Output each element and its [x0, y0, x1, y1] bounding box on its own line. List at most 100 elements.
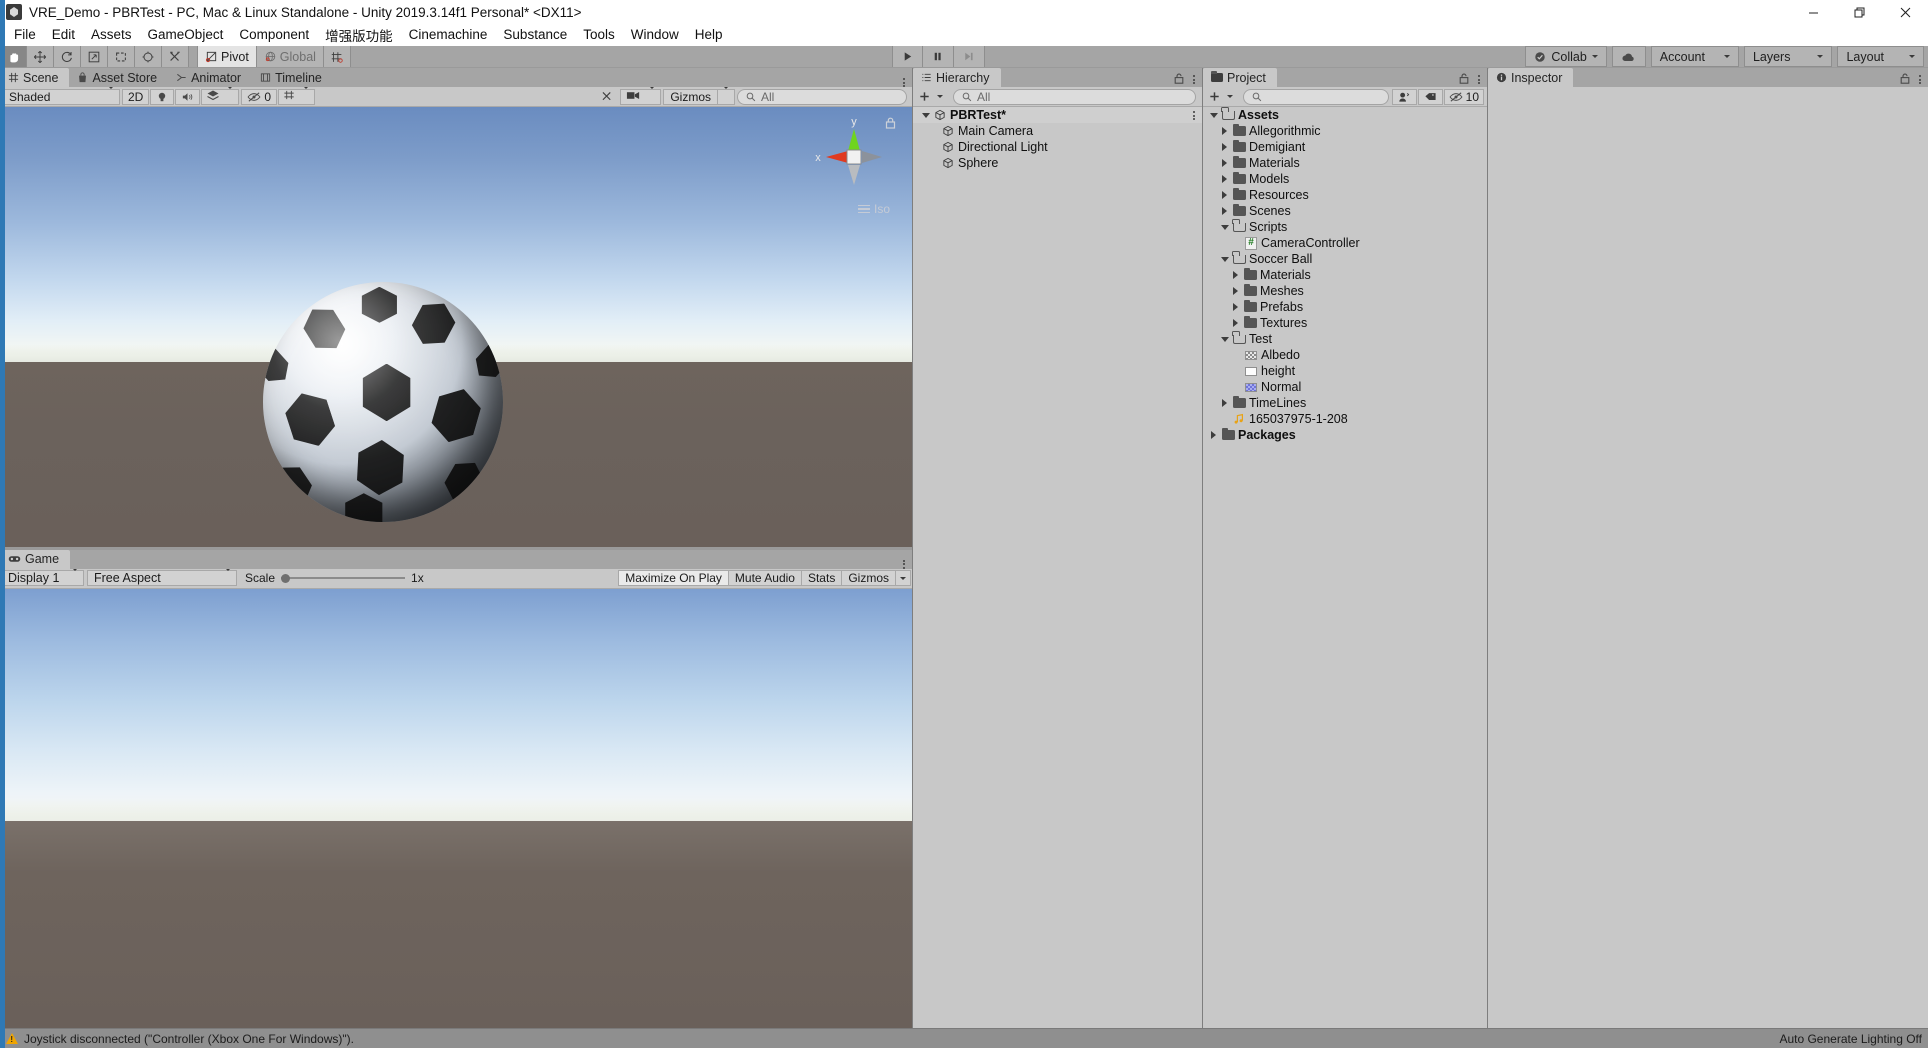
- toggle-2d-button[interactable]: 2D: [122, 88, 150, 105]
- project-row-ball-meshes[interactable]: Meshes: [1203, 283, 1487, 299]
- hierarchy-search-input[interactable]: All: [953, 88, 1196, 105]
- gizmo-lock-icon[interactable]: [885, 117, 896, 132]
- layout-button[interactable]: Layout: [1837, 46, 1925, 67]
- scene-search-input[interactable]: All: [737, 88, 907, 105]
- restore-icon[interactable]: [1836, 0, 1882, 24]
- project-hidden-count-button[interactable]: 10: [1443, 88, 1484, 105]
- menu-file[interactable]: File: [6, 25, 44, 45]
- project-row-demigiant[interactable]: Demigiant: [1203, 139, 1487, 155]
- play-button[interactable]: [891, 46, 923, 67]
- scene-grid-dropdown[interactable]: [278, 86, 316, 105]
- hierarchy-menu-kebab-icon[interactable]: [1193, 75, 1195, 84]
- mute-audio-toggle[interactable]: Mute Audio: [727, 570, 802, 586]
- collab-button[interactable]: Collab: [1525, 46, 1607, 67]
- scene-viewport[interactable]: y x Iso: [0, 107, 912, 547]
- expand-toggle[interactable]: [1218, 159, 1231, 167]
- tab-timeline[interactable]: Timeline: [252, 68, 333, 87]
- expand-toggle[interactable]: [1229, 271, 1242, 279]
- inspector-menu-kebab-icon[interactable]: [1919, 75, 1921, 84]
- project-row-materials[interactable]: Materials: [1203, 155, 1487, 171]
- hierarchy-tree[interactable]: PBRTest* Main Camera Directional Light S…: [913, 107, 1202, 1028]
- project-row-normal[interactable]: Normal: [1203, 379, 1487, 395]
- scene-projection-mode[interactable]: Iso: [857, 202, 890, 216]
- project-label-filter-button[interactable]: [1417, 88, 1443, 105]
- expand-toggle[interactable]: [1218, 399, 1231, 407]
- tab-animator[interactable]: Animator: [168, 68, 253, 87]
- tab-asset-store[interactable]: Asset Store: [69, 68, 169, 87]
- project-row-models[interactable]: Models: [1203, 171, 1487, 187]
- project-row-scripts[interactable]: Scripts: [1203, 218, 1487, 235]
- layers-button[interactable]: Layers: [1743, 46, 1833, 67]
- project-row-packages[interactable]: Packages: [1203, 427, 1487, 443]
- hierarchy-add-button[interactable]: [915, 89, 946, 105]
- pause-button[interactable]: [922, 46, 954, 67]
- menu-substance[interactable]: Substance: [495, 25, 575, 45]
- hierarchy-row-directional-light[interactable]: Directional Light: [913, 139, 1202, 155]
- hierarchy-row-menu-icon[interactable]: [1193, 111, 1195, 120]
- expand-toggle[interactable]: [1218, 207, 1231, 215]
- project-row-ball-textures[interactable]: Textures: [1203, 315, 1487, 331]
- expand-toggle[interactable]: [1218, 191, 1231, 199]
- move-tool-button[interactable]: [27, 46, 54, 67]
- game-gizmos-dropdown[interactable]: [895, 570, 911, 586]
- scene-camera-dropdown[interactable]: [620, 86, 662, 105]
- expand-toggle[interactable]: [1218, 336, 1231, 342]
- minimize-icon[interactable]: [1790, 0, 1836, 24]
- expand-toggle[interactable]: [1218, 143, 1231, 151]
- hierarchy-lock-icon[interactable]: [1174, 72, 1184, 87]
- project-row-cameracontroller[interactable]: # CameraController: [1203, 235, 1487, 251]
- tab-inspector[interactable]: Inspector: [1488, 68, 1574, 87]
- transform-tool-button[interactable]: [135, 46, 162, 67]
- expand-toggle[interactable]: [1229, 303, 1242, 311]
- custom-tool-button[interactable]: [162, 46, 189, 67]
- scene-menu-kebab-icon[interactable]: [903, 78, 905, 87]
- project-add-button[interactable]: [1205, 89, 1236, 105]
- expand-toggle[interactable]: [1218, 175, 1231, 183]
- menu-gameobject[interactable]: GameObject: [140, 25, 232, 45]
- gizmos-dropdown[interactable]: Gizmos: [663, 86, 735, 105]
- grid-snap-button[interactable]: [323, 46, 351, 67]
- aspect-dropdown[interactable]: Free Aspect: [87, 568, 237, 586]
- rect-tool-button[interactable]: [108, 46, 135, 67]
- expand-toggle[interactable]: [1218, 256, 1231, 262]
- project-menu-kebab-icon[interactable]: [1478, 75, 1480, 84]
- cloud-button[interactable]: [1611, 46, 1646, 67]
- expand-toggle[interactable]: [1218, 127, 1231, 135]
- hierarchy-row-main-camera[interactable]: Main Camera: [913, 123, 1202, 139]
- project-type-filter-button[interactable]: [1391, 88, 1417, 105]
- draw-mode-dropdown[interactable]: Shaded: [2, 86, 120, 105]
- menu-edit[interactable]: Edit: [44, 25, 83, 45]
- game-viewport[interactable]: [0, 588, 912, 1028]
- project-row-albedo[interactable]: Albedo: [1203, 347, 1487, 363]
- inspector-lock-icon[interactable]: [1900, 72, 1910, 87]
- hierarchy-row-sphere[interactable]: Sphere: [913, 155, 1202, 171]
- project-row-resources[interactable]: Resources: [1203, 187, 1487, 203]
- scene-tools-button[interactable]: [595, 89, 619, 105]
- display-dropdown[interactable]: Display 1: [1, 568, 84, 586]
- inspector-body[interactable]: [1488, 87, 1928, 1028]
- expand-toggle[interactable]: [1229, 287, 1242, 295]
- hierarchy-row-scene[interactable]: PBRTest*: [913, 107, 1202, 123]
- project-row-scenes[interactable]: Scenes: [1203, 203, 1487, 219]
- project-row-allegorithmic[interactable]: Allegorithmic: [1203, 123, 1487, 139]
- account-button[interactable]: Account: [1650, 46, 1739, 67]
- project-row-soccer-ball[interactable]: Soccer Ball: [1203, 250, 1487, 267]
- scene-audio-toggle[interactable]: [175, 88, 201, 105]
- scale-tool-button[interactable]: [81, 46, 108, 67]
- project-row-height[interactable]: height: [1203, 363, 1487, 379]
- close-icon[interactable]: [1882, 0, 1928, 24]
- menu-component[interactable]: Component: [231, 25, 317, 45]
- tab-scene[interactable]: Scene: [0, 68, 70, 87]
- hand-tool-button[interactable]: [0, 46, 27, 67]
- rotate-tool-button[interactable]: [54, 46, 81, 67]
- project-row-ball-prefabs[interactable]: Prefabs: [1203, 299, 1487, 315]
- project-tree[interactable]: Assets Allegorithmic Demigiant Materials…: [1203, 107, 1487, 1028]
- global-button[interactable]: Global: [256, 46, 324, 67]
- project-search-input[interactable]: [1243, 88, 1389, 105]
- menu-window[interactable]: Window: [623, 25, 687, 45]
- project-row-timelines[interactable]: TimeLines: [1203, 395, 1487, 411]
- scene-lighting-toggle[interactable]: [150, 88, 175, 105]
- scene-view-gizmo[interactable]: y x: [808, 111, 900, 203]
- status-bar[interactable]: Joystick disconnected ("Controller (Xbox…: [0, 1028, 1928, 1048]
- expand-toggle[interactable]: [1229, 319, 1242, 327]
